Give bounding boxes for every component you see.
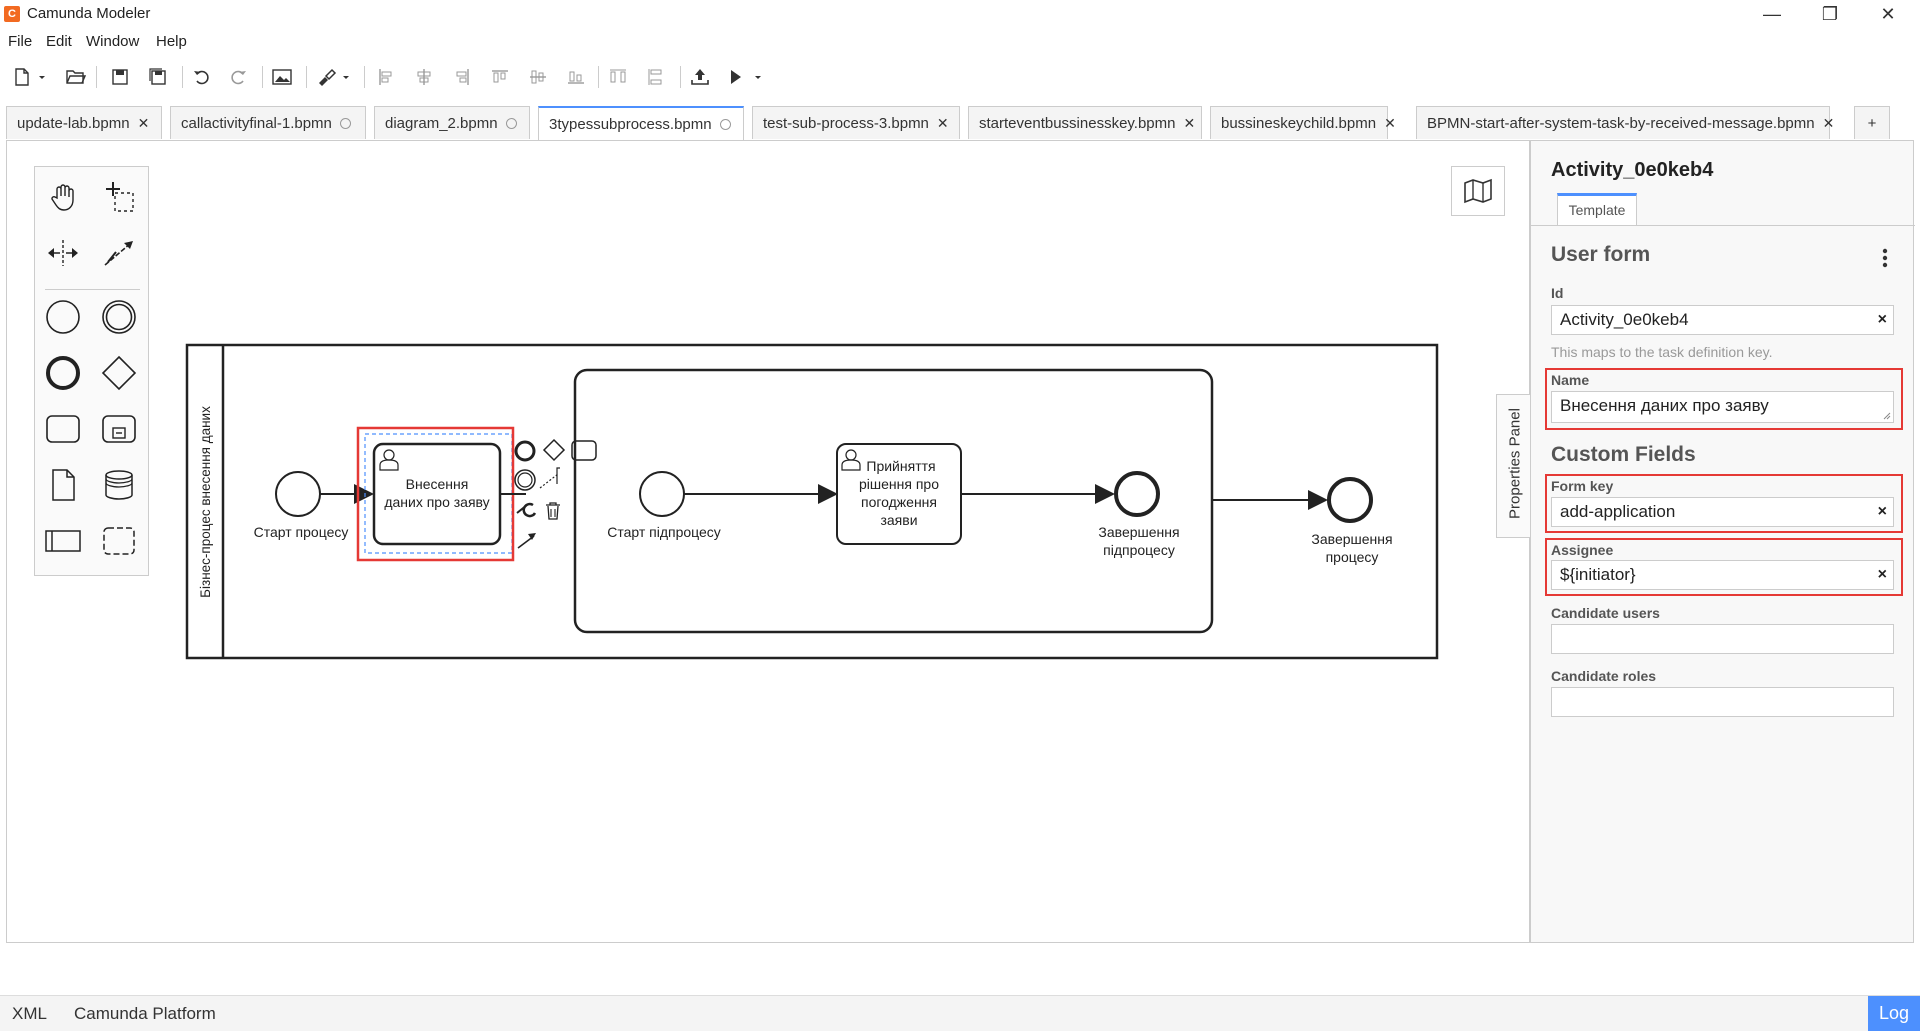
execution-platform-button[interactable]: Camunda Platform (74, 1004, 216, 1024)
form-key-label: Form key (1551, 478, 1614, 494)
bpmn-diagram: Бізнес-процес внесення даних Старт проце… (185, 343, 1439, 660)
task1-label-line1: Внесення (406, 476, 469, 492)
start-event[interactable] (275, 471, 321, 517)
id-label: Id (1551, 285, 1564, 301)
assignee-label: Assignee (1551, 542, 1614, 558)
assignee-input[interactable]: ${initiator} × (1551, 560, 1894, 590)
clear-form-key-icon[interactable]: × (1878, 498, 1887, 526)
delete-icon[interactable] (546, 502, 560, 520)
end-label-line2: процесу (1326, 549, 1379, 565)
resize-handle-icon[interactable] (1883, 412, 1891, 420)
candidate-users-input[interactable] (1551, 624, 1894, 654)
form-key-input[interactable]: add-application × (1551, 497, 1894, 527)
append-gateway-icon[interactable] (542, 438, 566, 462)
section-custom-fields: Custom Fields (1551, 443, 1696, 466)
log-button[interactable]: Log (1868, 996, 1920, 1031)
properties-panel-toggle[interactable]: Properties Panel (1496, 394, 1530, 538)
sub-end-label-line2: підпроцесу (1103, 542, 1175, 558)
tab-template[interactable]: Template (1557, 193, 1637, 225)
name-textarea[interactable]: Внесення даних про заяву (1551, 391, 1894, 423)
clear-id-icon[interactable]: × (1878, 306, 1887, 334)
text-annotation-icon[interactable] (539, 473, 559, 489)
xml-view-button[interactable]: XML (12, 1004, 47, 1024)
subprocess-start-event[interactable] (639, 471, 685, 517)
end-label-line1: Завершення (1311, 531, 1392, 547)
properties-panel-toggle-label: Properties Panel (1506, 408, 1524, 519)
task1-label-line2: даних про заяву (384, 494, 489, 510)
close-tab-icon[interactable]: ✕ (1823, 115, 1835, 132)
candidate-roles-input[interactable] (1551, 687, 1894, 717)
task2-label-line1: Прийняття (866, 458, 935, 474)
panel-title: Activity_0e0keb4 (1551, 159, 1714, 181)
task2-label-line2: рішення про (859, 476, 939, 492)
pool-label: Бізнес-процес внесення даних (198, 406, 213, 598)
candidate-roles-label: Candidate roles (1551, 668, 1657, 684)
candidate-users-label: Candidate users (1551, 605, 1660, 621)
start-event-label: Старт процесу (254, 524, 349, 540)
append-end-event-icon[interactable] (514, 440, 536, 462)
restore-button[interactable]: ❐ (1810, 2, 1850, 26)
minimize-button[interactable]: — (1752, 2, 1792, 26)
end-event[interactable] (1327, 477, 1373, 523)
section-user-form: User form (1551, 243, 1651, 266)
task2-label-line3: погодження (861, 494, 937, 510)
task2-label-line4: заяви (880, 512, 917, 528)
status-bar: XML Camunda Platform Log (0, 995, 1920, 1031)
subprocess-end-event[interactable] (1114, 471, 1160, 517)
clear-assignee-icon[interactable]: × (1878, 561, 1887, 589)
id-input[interactable]: Activity_0e0keb4 × (1551, 305, 1894, 335)
panel-tab-divider (1531, 225, 1915, 226)
add-tab-button[interactable]: + (1854, 106, 1890, 139)
sub-end-label-line1: Завершення (1098, 524, 1179, 540)
more-options-icon[interactable] (1875, 245, 1895, 271)
sub-start-label: Старт підпроцесу (607, 524, 721, 540)
properties-panel: Activity_0e0keb4 Template User form Id A… (1530, 140, 1915, 943)
name-label: Name (1551, 372, 1590, 388)
id-hint: This maps to the task definition key. (1551, 344, 1773, 360)
close-window-button[interactable]: ✕ (1868, 2, 1908, 26)
